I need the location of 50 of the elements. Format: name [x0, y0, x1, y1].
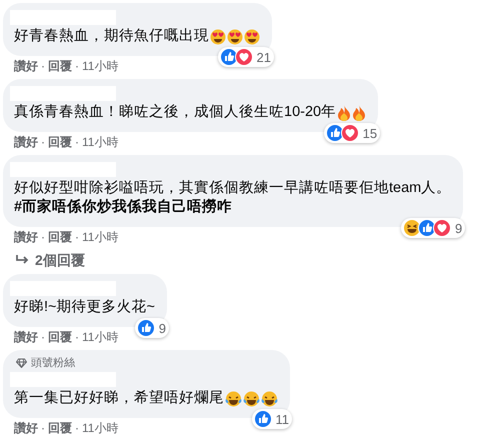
- reply-link[interactable]: 回覆: [48, 421, 72, 435]
- separator-dot: ·: [75, 135, 79, 149]
- like-link[interactable]: 讚好: [14, 135, 38, 149]
- reply-link[interactable]: 回覆: [48, 135, 72, 149]
- comment-text: 好睇!~期待更多火花~: [14, 298, 155, 317]
- timestamp: 11小時: [82, 230, 118, 244]
- thumbs-up-icon: [254, 410, 272, 428]
- laughing-tears-emoji-icon: [243, 390, 260, 406]
- comment-text: 真係青春熱血！睇咗之後，成個人後生咗10-20年: [14, 103, 336, 122]
- like-link[interactable]: 讚好: [14, 330, 38, 344]
- comment-text: 好青春熱血，期待魚仔嘅出現: [14, 27, 209, 46]
- heart-eyes-emoji-icon: [244, 28, 260, 44]
- separator-dot: ·: [75, 421, 79, 435]
- heart-eyes-emoji-icon: [227, 28, 243, 44]
- reply-link[interactable]: 回覆: [48, 230, 72, 244]
- comment-text: 好似好型咁除衫嗌唔玩，其實係個教練一早講咗唔要佢地team人。: [14, 179, 452, 198]
- separator-dot: ·: [75, 59, 79, 73]
- reply-arrow-icon: [15, 254, 29, 266]
- separator-dot: ·: [75, 330, 79, 344]
- laughing-tears-emoji-icon: [261, 390, 278, 406]
- fire-emoji-icon: [337, 104, 352, 120]
- timestamp: 11小時: [82, 421, 118, 435]
- diamond-icon: [16, 358, 27, 368]
- timestamp: 11小時: [82, 135, 118, 149]
- fire-emoji-icon: [352, 104, 366, 120]
- thumbs-up-icon: [136, 319, 155, 337]
- laughing-tears-emoji-icon: [225, 390, 242, 406]
- separator-dot: ·: [75, 230, 79, 244]
- separator-dot: ·: [41, 330, 45, 344]
- reaction-count-pill[interactable]: 9: [401, 218, 466, 238]
- heart-eyes-emoji-icon: [210, 28, 226, 44]
- reaction-count-pill[interactable]: 15: [324, 123, 380, 143]
- timestamp: 11小時: [82, 330, 118, 344]
- like-link[interactable]: 讚好: [14, 59, 38, 73]
- separator-dot: ·: [41, 230, 45, 244]
- separator-dot: ·: [41, 59, 45, 73]
- fan-badge-label: 頭號粉絲: [31, 357, 75, 369]
- comment-text: #而家唔係你炒我係我自己唔撈咋: [14, 198, 232, 217]
- separator-dot: ·: [41, 421, 45, 435]
- like-link[interactable]: 讚好: [14, 421, 38, 435]
- like-link[interactable]: 讚好: [14, 230, 38, 244]
- reaction-count-pill[interactable]: 9: [134, 318, 169, 338]
- reply-link[interactable]: 回覆: [48, 330, 72, 344]
- reaction-count-pill[interactable]: 21: [218, 47, 274, 67]
- view-replies-link[interactable]: 2個回覆: [3, 244, 85, 268]
- reply-link[interactable]: 回覆: [48, 59, 72, 73]
- timestamp: 11小時: [82, 59, 118, 73]
- comment-text: 第一集已好好睇，希望唔好爛尾: [14, 389, 224, 408]
- separator-dot: ·: [41, 135, 45, 149]
- reaction-count-pill[interactable]: 11: [252, 409, 292, 429]
